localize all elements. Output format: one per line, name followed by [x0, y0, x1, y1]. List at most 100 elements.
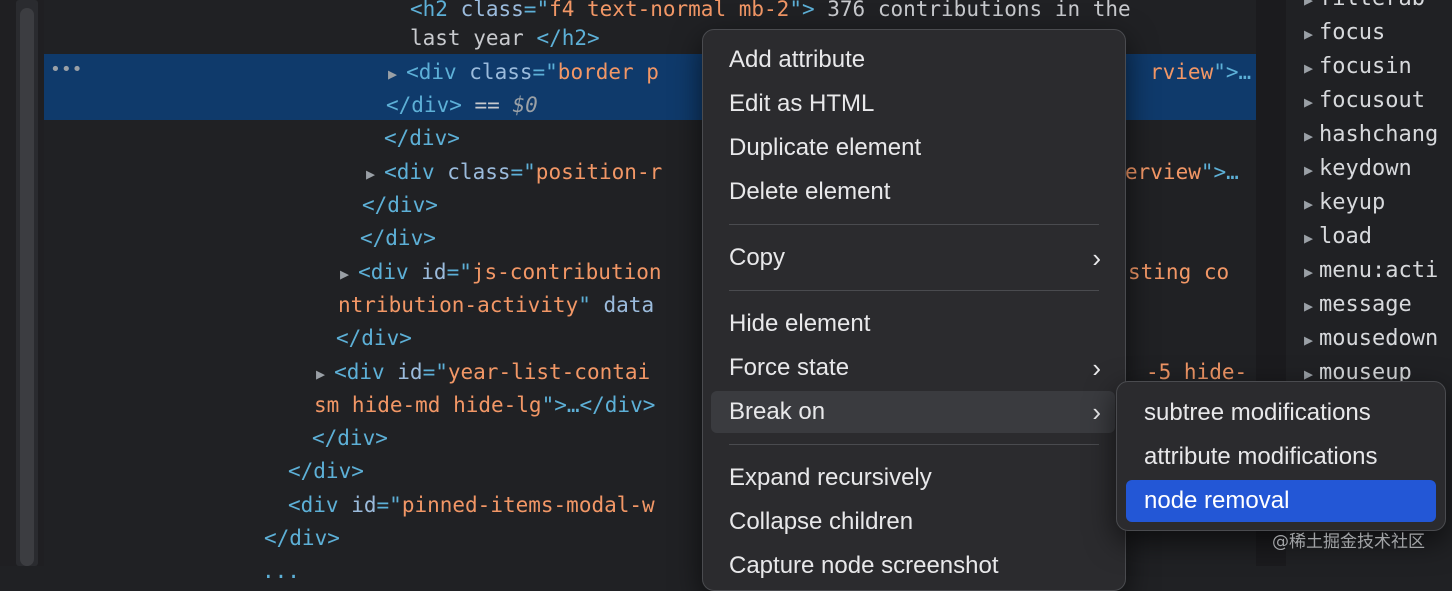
expand-triangle-icon[interactable]: ▶ [1304, 59, 1313, 77]
expand-triangle-icon[interactable]: ▶ [316, 365, 334, 383]
event-listener-item[interactable]: ▶ focusout [1304, 84, 1425, 118]
menu-item-capture-node-screenshot[interactable]: Capture node screenshot [711, 545, 1115, 587]
dom-token: <h2 [410, 0, 461, 21]
expand-triangle-icon[interactable]: ▶ [1304, 0, 1313, 9]
submenu-item-attribute-modifications[interactable]: attribute modifications [1126, 436, 1436, 478]
event-listener-label: menu:acti [1319, 258, 1439, 283]
menu-item-duplicate-element[interactable]: Duplicate element [711, 127, 1115, 169]
dom-node-line[interactable]: erview">… [1125, 155, 1239, 189]
menu-item-label: Hide element [729, 310, 871, 337]
dom-token: ">… [1213, 60, 1252, 84]
dom-token: class [460, 0, 524, 21]
dom-token: " [578, 293, 604, 317]
dom-node-line[interactable]: </div> [384, 121, 460, 155]
dom-token: =" [510, 160, 536, 184]
dom-token: =" [422, 360, 448, 384]
dom-node-line[interactable]: ▶ <div class="border p [388, 55, 659, 89]
dom-node-line[interactable]: ntribution-activity" data [338, 288, 654, 322]
dom-node-line[interactable]: ▶ <div class="position-r [366, 155, 662, 189]
menu-item-label: Delete element [729, 178, 891, 205]
expand-triangle-icon[interactable]: ▶ [1304, 127, 1313, 145]
dom-node-line[interactable]: </div> [360, 221, 436, 255]
menu-item-break-on[interactable]: Break on › [711, 391, 1115, 433]
expand-triangle-icon[interactable]: ▶ [1304, 93, 1313, 111]
dom-token: <div [406, 60, 470, 84]
dom-token: =" [532, 60, 558, 84]
dom-node-line[interactable]: </div> [362, 188, 438, 222]
submenu-item-subtree-modifications[interactable]: subtree modifications [1126, 392, 1436, 434]
event-listener-label: focusout [1319, 88, 1425, 113]
dom-node-line[interactable]: </div> == $0 [386, 88, 538, 122]
dom-token: ">… [1200, 160, 1239, 184]
dom-token: position-r [535, 160, 663, 184]
event-listener-item[interactable]: ▶ focusin [1304, 50, 1412, 84]
dom-node-line[interactable]: rview">… [1150, 55, 1251, 89]
menu-item-label: Break on [729, 398, 826, 425]
menu-item-force-state[interactable]: Force state › [711, 347, 1115, 389]
menu-separator [729, 444, 1099, 445]
dom-token: border p [557, 60, 659, 84]
event-listener-label: focus [1319, 20, 1386, 45]
expand-triangle-icon[interactable]: ▶ [366, 165, 384, 183]
menu-item-edit-as-html[interactable]: Edit as HTML [711, 83, 1115, 125]
left-scrollbar-thumb[interactable] [20, 8, 34, 566]
menu-item-delete-element[interactable]: Delete element [711, 171, 1115, 213]
expand-triangle-icon[interactable]: ▶ [1304, 263, 1313, 281]
dom-node-line[interactable]: ▶ <div id="js-contribution [340, 255, 662, 289]
expand-triangle-icon[interactable]: ▶ [1304, 161, 1313, 179]
event-listener-item[interactable]: ▶ message [1304, 288, 1412, 322]
dom-node-line[interactable]: </div> [288, 454, 364, 488]
menu-item-label: Force state [729, 354, 850, 381]
chevron-right-icon: › [1092, 353, 1101, 383]
menu-item-hide-element[interactable]: Hide element [711, 303, 1115, 345]
submenu-item-node-removal[interactable]: node removal [1126, 480, 1436, 522]
event-listener-item[interactable]: ▶ filterab [1304, 0, 1425, 16]
dom-node-line[interactable]: ▶ <div id="year-list-contai [316, 355, 650, 389]
expand-triangle-icon[interactable]: ▶ [1304, 297, 1313, 315]
event-listener-item[interactable]: ▶ mousedown [1304, 322, 1438, 356]
expand-triangle-icon[interactable]: ▶ [340, 265, 358, 283]
dom-node-line[interactable]: ... [262, 554, 300, 588]
menu-item-expand-recursively[interactable]: Expand recursively [711, 457, 1115, 499]
dom-token: </div> [386, 93, 462, 117]
context-menu: Add attribute Edit as HTML Duplicate eleme… [702, 29, 1126, 591]
expand-triangle-icon[interactable]: ▶ [1304, 195, 1313, 213]
dom-token: last year [410, 26, 537, 50]
menu-item-label: Duplicate element [729, 134, 922, 161]
menu-item-copy[interactable]: Copy › [711, 237, 1115, 279]
dom-node-line[interactable]: sm hide-md hide-lg">…</div> [314, 388, 655, 422]
menu-item-add-attribute[interactable]: Add attribute [711, 39, 1115, 81]
dom-token: ">…</div> [541, 393, 656, 417]
event-listener-label: keyup [1319, 190, 1386, 215]
dom-node-line[interactable]: sting co [1128, 255, 1229, 289]
dom-token: pinned-items-modal-w [401, 493, 655, 517]
event-listener-item[interactable]: ▶ focus [1304, 16, 1385, 50]
expand-triangle-icon[interactable]: ▶ [388, 65, 406, 83]
event-listener-label: focusin [1319, 54, 1412, 79]
dom-token: "> [789, 0, 815, 21]
dom-token: </div> [360, 226, 436, 250]
dom-token: class [469, 60, 533, 84]
dom-node-line[interactable]: </div> [336, 321, 412, 355]
dom-node-line[interactable]: last year </h2> [410, 21, 600, 55]
dom-token: =" [523, 0, 550, 21]
event-listener-item[interactable]: ▶ hashchang [1304, 118, 1438, 152]
event-listener-item[interactable]: ▶ keyup [1304, 186, 1385, 220]
event-listener-item[interactable]: ▶ keydown [1304, 152, 1412, 186]
menu-item-collapse-children[interactable]: Collapse children [711, 501, 1115, 543]
selected-node-dots[interactable]: ••• [50, 58, 83, 82]
chevron-right-icon: › [1092, 397, 1101, 427]
dom-token: data [603, 293, 655, 317]
dom-token: <div [384, 160, 448, 184]
event-listener-item[interactable]: ▶ menu:acti [1304, 254, 1438, 288]
menu-item-label: Edit as HTML [729, 90, 875, 117]
event-listener-item[interactable]: ▶ load [1304, 220, 1372, 254]
expand-triangle-icon[interactable]: ▶ [1304, 331, 1313, 349]
expand-triangle-icon[interactable]: ▶ [1304, 229, 1313, 247]
dom-node-line[interactable]: </div> [264, 521, 340, 555]
dom-node-line[interactable]: </div> [312, 421, 388, 455]
expand-triangle-icon[interactable]: ▶ [1304, 25, 1313, 43]
event-listener-label: keydown [1319, 156, 1412, 181]
dom-node-line[interactable]: <div id="pinned-items-modal-w [288, 488, 655, 522]
dom-token: == [461, 93, 513, 117]
